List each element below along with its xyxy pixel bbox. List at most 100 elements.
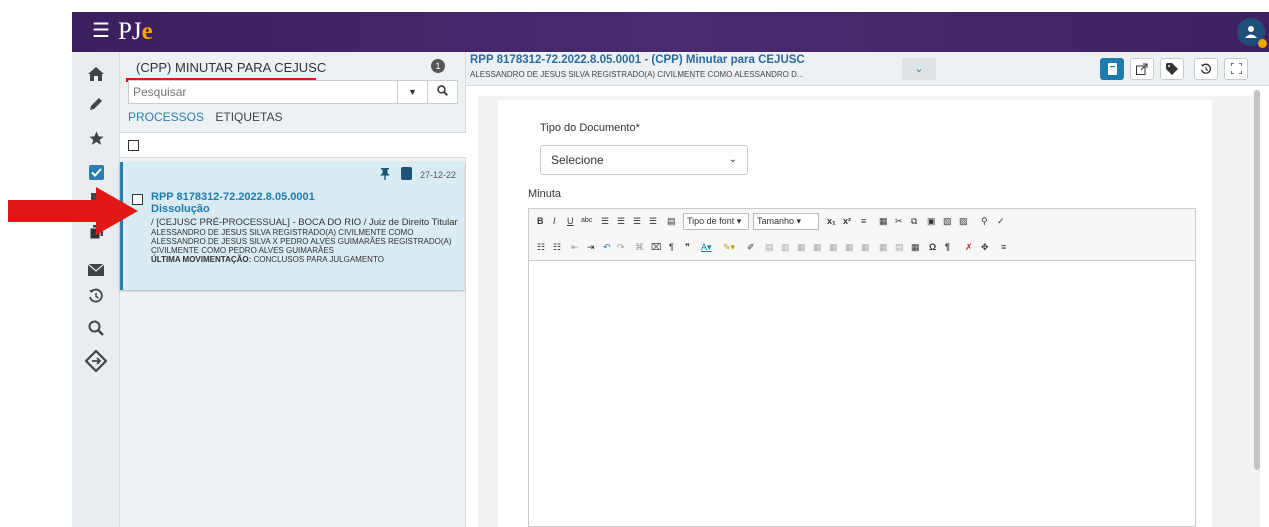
paste-text-icon[interactable]: ▧ [943, 215, 952, 227]
paste-icon[interactable]: ▣ [927, 215, 936, 227]
cell-delete-icon[interactable]: ▦ [813, 241, 822, 253]
row-props-icon[interactable]: ▤ [895, 241, 904, 253]
remove-format-icon[interactable]: ✗ [965, 241, 973, 253]
table-insert-icon[interactable]: ▦ [911, 241, 920, 253]
cut-icon[interactable]: ✂ [895, 215, 903, 227]
history-icon[interactable] [72, 288, 120, 309]
process-card[interactable]: 27-12-22 RPP 8178312-72.2022.8.05.0001 D… [120, 162, 464, 290]
book-icon[interactable] [1100, 58, 1124, 80]
document-form: Tipo do Documento* Selecione ⌄ Minuta B … [498, 100, 1212, 527]
table-row-icon[interactable]: ▤ [765, 241, 774, 253]
highlight-icon[interactable]: ✎▾ [723, 241, 735, 253]
history-icon[interactable] [1194, 58, 1218, 80]
star-icon[interactable] [72, 130, 120, 152]
cell-insert-icon[interactable]: ▦ [797, 241, 806, 253]
status-dot [1258, 39, 1267, 48]
minuta-label: Minuta [528, 188, 562, 200]
card-partes: ALESSANDRO DE JESUS SILVA REGISTRADO(A) … [151, 228, 452, 255]
editor-body[interactable] [529, 262, 1195, 526]
tag-icon[interactable] [1160, 58, 1184, 80]
doc-type-select[interactable]: Selecione ⌄ [540, 145, 748, 175]
underline-icon[interactable]: U [567, 215, 574, 227]
spellcheck-icon[interactable]: ✓ [997, 215, 1005, 227]
pilcrow-block-icon[interactable]: ¶ [669, 241, 674, 253]
caret-down-icon[interactable]: ▼ [397, 81, 427, 103]
home-icon[interactable] [72, 66, 120, 87]
page-break-icon[interactable]: ≡ [1001, 241, 1006, 253]
align-left-icon[interactable]: ☰ [601, 215, 609, 227]
print-icon[interactable]: ▤ [667, 215, 676, 227]
share-icon[interactable] [1130, 58, 1154, 80]
font-color-icon[interactable]: A▾ [701, 241, 712, 253]
envelope-icon[interactable] [72, 260, 120, 281]
superscript-icon[interactable]: x² [843, 215, 851, 227]
indent-icon[interactable]: ⇥ [587, 241, 595, 253]
checkbox-icon[interactable] [72, 164, 120, 185]
task-title[interactable]: (CPP) MINUTAR PARA CEJUSC [136, 60, 326, 75]
blockquote-icon[interactable]: ❞ [685, 241, 690, 253]
align-right-icon[interactable]: ☰ [633, 215, 641, 227]
hamburger-icon[interactable]: ☰ [92, 21, 110, 41]
process-header-title[interactable]: RPP 8178312-72.2022.8.05.0001 - (CPP) Mi… [470, 54, 805, 66]
special-char-icon[interactable]: Ω [929, 241, 936, 253]
pencil-icon[interactable] [72, 96, 120, 117]
main-content: Tipo do Documento* Selecione ⌄ Minuta B … [478, 96, 1260, 527]
process-class: Dissolução [151, 203, 210, 215]
bold-icon[interactable]: B [537, 215, 544, 227]
redo-icon[interactable]: ↷ [617, 241, 625, 253]
maximize-icon[interactable]: ✥ [981, 241, 989, 253]
table-icon[interactable]: ▦ [879, 215, 888, 227]
table-col-icon[interactable]: ▥ [781, 241, 790, 253]
rich-text-editor: B I U abc ☰ ☰ ☰ ☰ ▤ Tipo de font ▾ Taman… [528, 208, 1196, 527]
pje-logo[interactable]: PJe [118, 18, 153, 46]
paragraph-icon[interactable]: ≡ [861, 215, 866, 227]
font-family-select[interactable]: Tipo de font ▾ [683, 213, 749, 230]
top-bar: ☰ PJe [72, 12, 1269, 52]
cell-split-icon[interactable]: ▦ [845, 241, 854, 253]
process-number[interactable]: RPP 8178312-72.2022.8.05.0001 [151, 191, 315, 203]
tab-processos[interactable]: PROCESSOS [128, 110, 204, 124]
editor-toolbar-row-2: ☷ ☷ ⇤ ⇥ ↶ ↷ ⌘ ⌧ ¶ ❞ A▾ ✎▾ ✐ ▤ ▥ ▦ ▦ ▦ ▦ … [529, 235, 1195, 261]
font-size-select[interactable]: Tamanho ▾ [753, 213, 819, 230]
last-movement-label: ÚLTIMA MOVIMENTAÇÃO: [151, 255, 252, 264]
justify-icon[interactable]: ☰ [649, 215, 657, 227]
undo-icon[interactable]: ↶ [603, 241, 611, 253]
cell-merge-icon[interactable]: ▦ [829, 241, 838, 253]
user-avatar[interactable] [1237, 18, 1267, 48]
find-icon[interactable]: ⚲ [981, 215, 988, 227]
task-list-panel: (CPP) MINUTAR PARA CEJUSC 1 ▼ PROCESSOS … [120, 52, 466, 527]
font-size-value: Tamanho [757, 216, 795, 226]
strikethrough-icon[interactable]: abc [581, 215, 592, 227]
italic-icon[interactable]: I [553, 215, 556, 227]
search-icon [437, 85, 448, 96]
doc-type-value: Selecione [551, 153, 604, 167]
select-all-checkbox[interactable] [128, 140, 139, 151]
numbered-list-icon[interactable]: ☷ [553, 241, 561, 253]
show-blocks-icon[interactable]: ¶ [945, 241, 950, 253]
edit-icon[interactable]: ✐ [747, 241, 755, 253]
editor-toolbar-row-1: B I U abc ☰ ☰ ☰ ☰ ▤ Tipo de font ▾ Taman… [529, 209, 1195, 235]
subscript-icon[interactable]: x₁ [827, 215, 836, 227]
outdent-icon[interactable]: ⇤ [571, 241, 579, 253]
card-orgao: / [CEJUSC PRÉ-PROCESSUAL] - BOCA DO RIO … [151, 217, 458, 228]
link-icon[interactable]: ⌘ [635, 241, 644, 253]
book-icon[interactable] [401, 167, 412, 180]
vertical-scrollbar[interactable] [1254, 90, 1260, 470]
search-icon[interactable] [72, 320, 120, 341]
diamond-arrows-icon[interactable] [72, 349, 120, 377]
chevron-down-icon[interactable]: ⌄ [902, 58, 936, 80]
align-center-icon[interactable]: ☰ [617, 215, 625, 227]
cell-props-icon[interactable]: ▦ [861, 241, 870, 253]
search-input[interactable] [129, 81, 397, 103]
search-button[interactable] [427, 81, 457, 103]
tab-etiquetas[interactable]: ETIQUETAS [215, 110, 282, 124]
copy-icon[interactable]: ⧉ [911, 215, 917, 227]
card-last-movement: ÚLTIMA MOVIMENTAÇÃO: CONCLUSOS PARA JULG… [151, 255, 463, 264]
paste-word-icon[interactable]: ▨ [959, 215, 968, 227]
bullet-list-icon[interactable]: ☷ [537, 241, 545, 253]
unlink-icon[interactable]: ⌧ [651, 241, 661, 253]
fullscreen-icon[interactable] [1224, 58, 1248, 80]
table-props-icon[interactable]: ▦ [879, 241, 888, 253]
list-tabs: PROCESSOS ETIQUETAS [128, 110, 291, 124]
pin-icon[interactable] [380, 168, 390, 183]
